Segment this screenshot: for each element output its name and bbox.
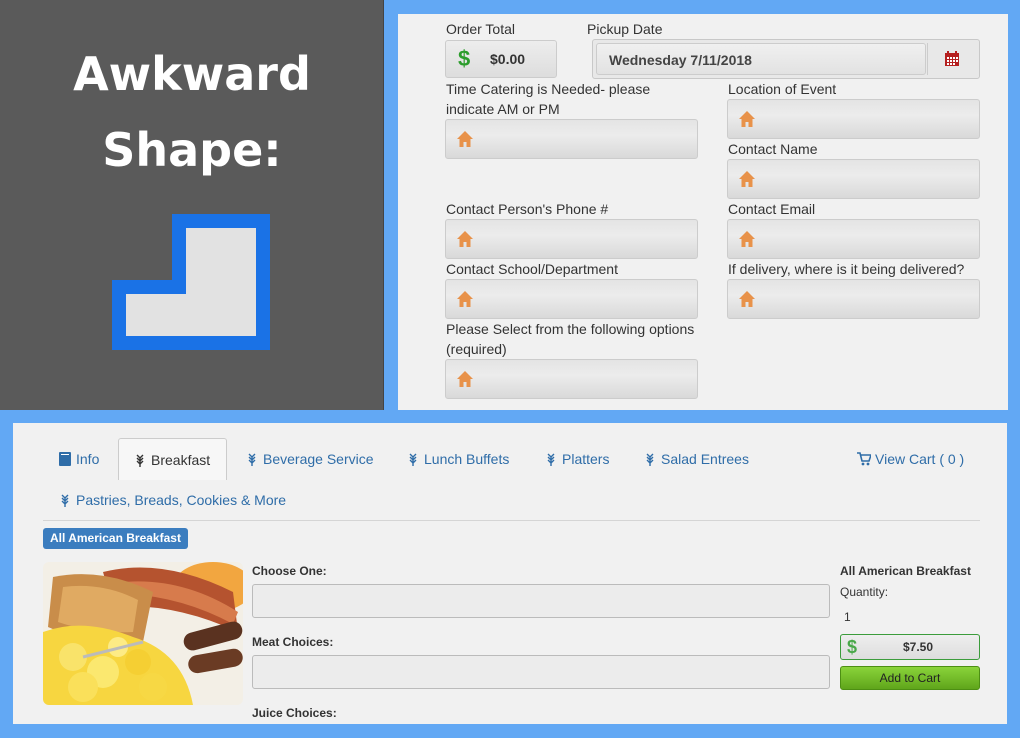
tab-info-label: Info xyxy=(76,451,100,467)
wheat-icon xyxy=(136,454,144,467)
choose-one-label: Choose One: xyxy=(252,564,327,578)
choose-one-select[interactable] xyxy=(252,584,830,618)
tab-pastries[interactable]: Pastries, Breads, Cookies & More xyxy=(58,490,286,510)
tab-salad-label: Salad Entrees xyxy=(661,451,749,467)
location-input[interactable] xyxy=(727,99,980,139)
options-input[interactable] xyxy=(445,359,698,399)
book-icon xyxy=(59,452,71,466)
pickup-date-label: Pickup Date xyxy=(587,21,663,37)
add-to-cart-button[interactable]: Add to Cart xyxy=(840,666,980,690)
location-label: Location of Event xyxy=(728,81,837,97)
options-label: Please Select from the following options… xyxy=(446,321,695,357)
dollar-icon: $ xyxy=(458,46,471,71)
home-icon xyxy=(457,371,473,387)
order-total-label: Order Total xyxy=(446,21,515,37)
pickup-date-group: Wednesday 7/11/2018 xyxy=(592,39,980,79)
meat-choices-select[interactable] xyxy=(252,655,830,689)
side-title-line2: Shape: xyxy=(102,123,282,177)
home-icon xyxy=(739,231,755,247)
tab-lunch-label: Lunch Buffets xyxy=(424,451,510,467)
home-icon xyxy=(457,231,473,247)
dollar-icon: $ xyxy=(847,637,858,657)
time-needed-input[interactable] xyxy=(445,119,698,159)
contact-name-input[interactable] xyxy=(727,159,980,199)
side-title-line1: Awkward xyxy=(73,47,311,101)
phone-input[interactable] xyxy=(445,219,698,259)
home-icon xyxy=(739,171,755,187)
phone-label: Contact Person's Phone # xyxy=(446,201,609,217)
view-cart-link[interactable]: View Cart ( 0 ) xyxy=(857,449,964,469)
home-icon xyxy=(739,111,755,127)
meat-choices-label: Meat Choices: xyxy=(252,635,334,649)
school-label: Contact School/Department xyxy=(446,261,618,277)
wheat-icon xyxy=(547,453,555,466)
delivery-input[interactable] xyxy=(727,279,980,319)
view-cart-label: View Cart ( 0 ) xyxy=(875,451,965,467)
product-name: All American Breakfast xyxy=(840,564,971,578)
calendar-icon xyxy=(945,51,959,66)
pickup-date-value: Wednesday 7/11/2018 xyxy=(609,52,752,68)
tab-platters[interactable]: Platters xyxy=(544,449,609,469)
tab-pastries-label: Pastries, Breads, Cookies & More xyxy=(76,492,287,508)
wheat-icon xyxy=(248,453,256,466)
quantity-value: 1 xyxy=(844,610,851,624)
menu-panel: Info Breakfast Beverage Service Lunch Bu… xyxy=(13,423,1007,724)
tab-breakfast-label: Breakfast xyxy=(151,452,211,468)
awkward-shape-icon xyxy=(112,214,270,350)
order-total-field: $ $0.00 xyxy=(445,40,557,78)
time-needed-label: Time Catering is Needed- please indicate… xyxy=(446,81,651,117)
delivery-label: If delivery, where is it being delivered… xyxy=(728,261,965,277)
email-input[interactable] xyxy=(727,219,980,259)
pickup-date-input[interactable]: Wednesday 7/11/2018 xyxy=(596,43,926,75)
wheat-icon xyxy=(409,453,417,466)
quantity-label: Quantity: xyxy=(840,585,889,599)
calendar-button[interactable] xyxy=(927,43,975,75)
tab-breakfast[interactable]: Breakfast xyxy=(118,438,227,480)
contact-name-label: Contact Name xyxy=(728,141,818,157)
home-icon xyxy=(739,291,755,307)
tab-info[interactable]: Info xyxy=(58,449,99,469)
tab-salad[interactable]: Salad Entrees xyxy=(643,449,749,469)
product-badge: All American Breakfast xyxy=(43,528,188,549)
order-form-panel: Order Total $ $0.00 Pickup Date Wednesda… xyxy=(398,14,1008,410)
side-panel: Awkward Shape: xyxy=(0,0,384,410)
tab-lunch[interactable]: Lunch Buffets xyxy=(406,449,509,469)
wheat-icon xyxy=(646,453,654,466)
cart-icon xyxy=(857,452,871,466)
price-value: $7.50 xyxy=(903,640,934,654)
home-icon xyxy=(457,131,473,147)
tab-beverage[interactable]: Beverage Service xyxy=(245,449,374,469)
school-input[interactable] xyxy=(445,279,698,319)
wheat-icon xyxy=(61,494,69,507)
tab-beverage-label: Beverage Service xyxy=(263,451,374,467)
tabs-divider xyxy=(43,520,980,521)
juice-choices-label: Juice Choices: xyxy=(252,706,337,720)
home-icon xyxy=(457,291,473,307)
price-field: $ $7.50 xyxy=(840,634,980,660)
breakfast-photo xyxy=(43,562,243,705)
tab-platters-label: Platters xyxy=(562,451,610,467)
email-label: Contact Email xyxy=(728,201,816,217)
order-total-value: $0.00 xyxy=(490,51,526,67)
